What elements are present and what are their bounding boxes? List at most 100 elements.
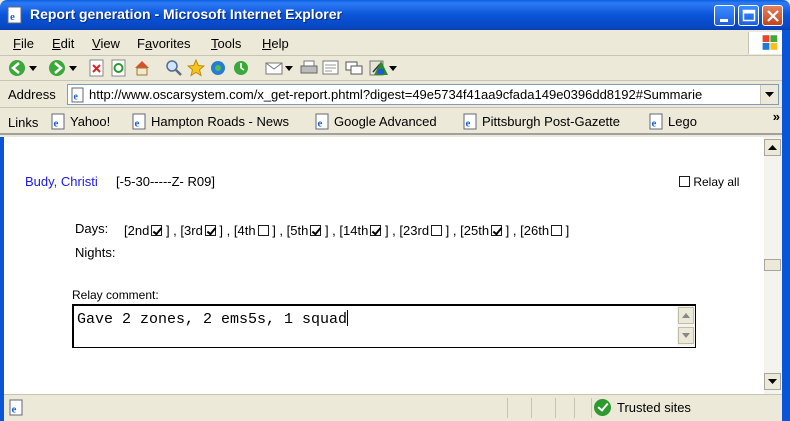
day-checkbox[interactable]	[491, 225, 503, 236]
edit-icon[interactable]	[322, 59, 340, 77]
day-checkbox[interactable]	[370, 225, 382, 236]
maximize-icon	[742, 9, 756, 22]
trusted-check-icon	[594, 399, 611, 416]
menu-help[interactable]: Help	[262, 36, 289, 51]
relay-all-label: Relay all	[693, 175, 740, 189]
back-dropdown-icon[interactable]	[28, 59, 38, 77]
title-bar[interactable]: e Report generation - Microsoft Internet…	[0, 0, 790, 30]
relay-comment-textarea[interactable]: Gave 2 zones, 2 ems5s, 1 squad	[72, 304, 696, 348]
day-checkbox[interactable]	[151, 225, 163, 236]
media-icon[interactable]	[209, 59, 227, 77]
minimize-icon	[720, 19, 728, 22]
messenger-dropdown-icon[interactable]	[388, 59, 398, 77]
day-checkbox[interactable]	[551, 225, 563, 236]
day-item: [26th ]	[520, 223, 570, 238]
menu-favorites-pre: F	[137, 36, 145, 51]
day-item: [3rd ] ,	[180, 223, 234, 238]
home-icon[interactable]	[133, 59, 151, 77]
refresh-icon[interactable]	[110, 59, 128, 77]
link-label: Google Advanced	[334, 114, 437, 129]
menu-favorites[interactable]: Favorites	[137, 36, 190, 51]
status-segment	[531, 398, 532, 418]
svg-text:e: e	[10, 11, 15, 23]
scroll-down-button[interactable]	[764, 373, 781, 390]
close-button[interactable]	[762, 5, 783, 26]
link-hampton-roads-news[interactable]: e Hampton Roads - News	[131, 113, 289, 130]
comment-scroll-down-button[interactable]	[678, 327, 694, 344]
address-bar: Address e http://www.oscarsystem.com/x_g…	[0, 81, 790, 108]
link-lego[interactable]: e Lego	[648, 113, 697, 130]
day-checkbox[interactable]	[310, 225, 322, 236]
scroll-thumb[interactable]	[764, 259, 781, 271]
scroll-up-button[interactable]	[764, 139, 781, 156]
maximize-button[interactable]	[738, 5, 759, 26]
svg-text:e: e	[74, 92, 79, 103]
address-input[interactable]: e http://www.oscarsystem.com/x_get-repor…	[67, 84, 779, 105]
history-icon[interactable]	[232, 59, 250, 77]
person-name-link[interactable]: Budy, Christi	[25, 174, 98, 189]
day-checkbox[interactable]	[204, 225, 216, 236]
day-item: [25th ] ,	[460, 223, 521, 238]
relay-all-checkbox[interactable]	[679, 176, 690, 187]
ie-link-icon: e	[463, 113, 477, 130]
address-dropdown-button[interactable]	[760, 85, 778, 104]
day-checkbox[interactable]	[257, 225, 269, 236]
discuss-icon[interactable]	[345, 59, 363, 77]
svg-text:e: e	[54, 118, 59, 130]
search-icon[interactable]	[165, 59, 183, 77]
svg-text:e: e	[318, 118, 323, 130]
text-caret	[347, 310, 349, 326]
day-label: 3rd	[184, 223, 203, 238]
days-label: Days:	[75, 221, 109, 236]
favorites-icon[interactable]	[187, 59, 205, 77]
stop-icon[interactable]	[88, 59, 106, 77]
link-pittsburgh-post-gazette[interactable]: e Pittsburgh Post-Gazette	[462, 113, 620, 130]
link-yahoo[interactable]: e Yahoo!	[50, 113, 110, 130]
link-label: Lego	[668, 114, 697, 129]
day-checkbox[interactable]	[431, 225, 443, 236]
day-label: 2nd	[127, 223, 150, 238]
comment-scroll-up-button[interactable]	[678, 307, 694, 324]
standard-toolbar	[0, 56, 790, 81]
menu-view[interactable]: View	[92, 36, 120, 51]
ie-page-icon: e	[7, 6, 22, 24]
chevron-down-icon	[765, 92, 774, 97]
menu-edit[interactable]: Edit	[52, 36, 74, 51]
menu-file-accel: F	[13, 36, 21, 51]
arrow-up-icon	[682, 313, 690, 318]
menu-file-label: ile	[20, 36, 34, 51]
arrow-up-icon	[768, 145, 777, 150]
arrow-down-icon	[768, 379, 777, 384]
menu-file[interactable]: File	[13, 36, 34, 51]
status-bar: e Trusted sites	[4, 394, 782, 421]
page-scrollbar[interactable]	[764, 137, 782, 394]
page-content: Budy, Christi [-5-30-----Z- R09] Relay a…	[4, 137, 764, 394]
menu-tools[interactable]: Tools	[211, 36, 241, 51]
comment-scrollbar[interactable]	[677, 306, 695, 346]
ie-link-icon: e	[132, 113, 146, 130]
windows-logo-icon	[748, 32, 784, 54]
person-code: [-5-30-----Z- R09]	[116, 174, 215, 189]
forward-dropdown-icon[interactable]	[68, 59, 78, 77]
print-icon[interactable]	[300, 59, 318, 77]
status-segment	[574, 398, 575, 418]
relay-all-toggle[interactable]: Relay all	[679, 175, 739, 189]
mail-dropdown-icon[interactable]	[284, 59, 294, 77]
menu-edit-label: dit	[60, 36, 75, 51]
link-label: Yahoo!	[70, 114, 111, 129]
day-label: 5th	[290, 223, 309, 238]
minimize-button[interactable]	[714, 5, 735, 26]
mail-icon[interactable]	[265, 59, 283, 77]
links-more-button[interactable]: »	[773, 109, 780, 124]
day-item: [4th ] ,	[233, 223, 287, 238]
link-google-advanced[interactable]: e Google Advanced	[314, 113, 437, 130]
forward-icon[interactable]	[48, 59, 66, 77]
back-icon[interactable]	[8, 59, 26, 77]
days-list: [2nd ] , [3rd ] , [4th ] , [5th ] , [14t…	[124, 223, 569, 238]
status-segment	[555, 398, 556, 418]
menu-tools-label: ools	[217, 36, 242, 51]
day-label: 23rd	[403, 223, 430, 238]
arrow-down-icon	[682, 333, 690, 338]
links-bar: Links e Yahoo! e Hampton Roads - News e Goo…	[0, 108, 790, 135]
link-label: Pittsburgh Post-Gazette	[482, 114, 621, 129]
